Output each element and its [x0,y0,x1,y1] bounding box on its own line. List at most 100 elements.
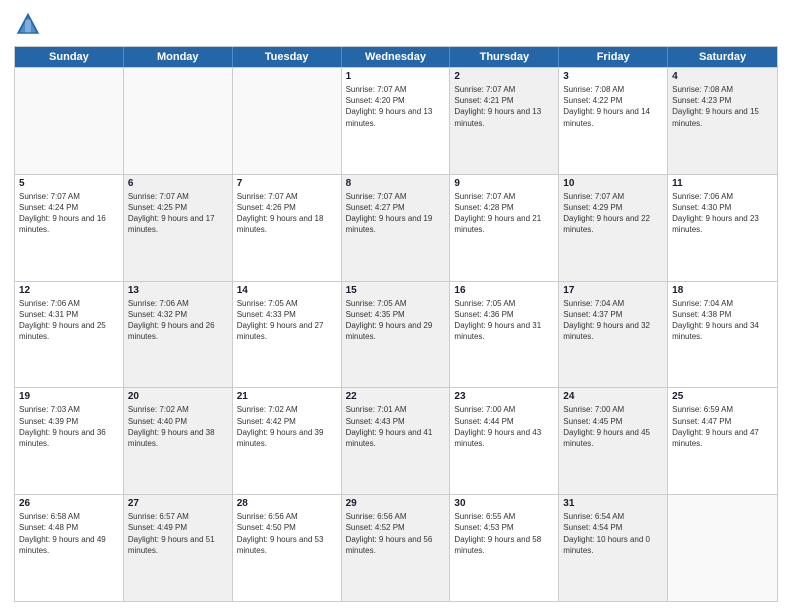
day-cell-20: 20 Sunrise: 7:02 AM Sunset: 4:40 PM Dayli… [124,388,233,494]
day-cell-23: 23 Sunrise: 7:00 AM Sunset: 4:44 PM Dayli… [450,388,559,494]
empty-cell-4-6 [668,495,777,601]
day-number: 20 [128,391,228,402]
day-info: Sunrise: 7:02 AM Sunset: 4:40 PM Dayligh… [128,404,228,449]
day-cell-18: 18Sunrise: 7:04 AM Sunset: 4:38 PM Dayli… [668,282,777,388]
day-number: 17 [563,285,663,296]
header-cell-thursday: Thursday [450,47,559,67]
day-cell-31: 31 Sunrise: 6:54 AM Sunset: 4:54 PM Dayli… [559,495,668,601]
day-info: Sunrise: 6:57 AM Sunset: 4:49 PM Dayligh… [128,511,228,556]
day-cell-10: 10 Sunrise: 7:07 AM Sunset: 4:29 PM Dayli… [559,175,668,281]
day-number: 3 [563,71,663,82]
day-info: Sunrise: 7:00 AM Sunset: 4:44 PM Dayligh… [454,404,554,449]
day-info: Sunrise: 7:06 AM Sunset: 4:31 PM Dayligh… [19,298,119,343]
day-cell-30: 30 Sunrise: 6:55 AM Sunset: 4:53 PM Dayli… [450,495,559,601]
header-cell-sunday: Sunday [15,47,124,67]
day-info: Sunrise: 7:05 AM Sunset: 4:35 PM Dayligh… [346,298,446,343]
calendar-header-row: SundayMondayTuesdayWednesdayThursdayFrid… [15,47,777,67]
day-info: Sunrise: 7:01 AM Sunset: 4:43 PM Dayligh… [346,404,446,449]
day-cell-26: 26Sunrise: 6:58 AM Sunset: 4:48 PM Dayli… [15,495,124,601]
day-info: Sunrise: 7:07 AM Sunset: 4:24 PM Dayligh… [19,191,119,236]
empty-cell-0-1 [124,68,233,174]
day-info: Sunrise: 7:02 AM Sunset: 4:42 PM Dayligh… [237,404,337,449]
day-info: Sunrise: 7:04 AM Sunset: 4:37 PM Dayligh… [563,298,663,343]
day-cell-24: 24 Sunrise: 7:00 AM Sunset: 4:45 PM Dayli… [559,388,668,494]
calendar-week-4: 19Sunrise: 7:03 AM Sunset: 4:39 PM Dayli… [15,387,777,494]
day-number: 27 [128,498,228,509]
day-info: Sunrise: 7:07 AM Sunset: 4:27 PM Dayligh… [346,191,446,236]
day-number: 10 [563,178,663,189]
day-cell-12: 12 Sunrise: 7:06 AM Sunset: 4:31 PM Dayli… [15,282,124,388]
day-cell-25: 25 Sunrise: 6:59 AM Sunset: 4:47 PM Dayli… [668,388,777,494]
day-number: 31 [563,498,663,509]
empty-cell-0-0 [15,68,124,174]
day-cell-4: 4 Sunrise: 7:08 AM Sunset: 4:23 PM Daylig… [668,68,777,174]
calendar-week-5: 26Sunrise: 6:58 AM Sunset: 4:48 PM Dayli… [15,494,777,601]
day-number: 13 [128,285,228,296]
calendar-week-1: 1 Sunrise: 7:07 AM Sunset: 4:20 PM Daylig… [15,67,777,174]
day-cell-14: 14 Sunrise: 7:05 AM Sunset: 4:33 PM Dayli… [233,282,342,388]
day-info: Sunrise: 7:05 AM Sunset: 4:33 PM Dayligh… [237,298,337,343]
day-number: 26 [19,498,119,509]
day-cell-9: 9 Sunrise: 7:07 AM Sunset: 4:28 PM Daylig… [450,175,559,281]
day-info: Sunrise: 7:06 AM Sunset: 4:32 PM Dayligh… [128,298,228,343]
day-info: Sunrise: 6:56 AM Sunset: 4:52 PM Dayligh… [346,511,446,556]
day-cell-11: 11 Sunrise: 7:06 AM Sunset: 4:30 PM Dayli… [668,175,777,281]
day-number: 12 [19,285,119,296]
day-number: 30 [454,498,554,509]
logo [14,10,46,38]
day-number: 24 [563,391,663,402]
day-info: Sunrise: 6:59 AM Sunset: 4:47 PM Dayligh… [672,404,773,449]
day-cell-15: 15Sunrise: 7:05 AM Sunset: 4:35 PM Dayli… [342,282,451,388]
day-number: 18 [672,285,773,296]
day-number: 21 [237,391,337,402]
day-info: Sunrise: 7:07 AM Sunset: 4:28 PM Dayligh… [454,191,554,236]
day-cell-3: 3Sunrise: 7:08 AM Sunset: 4:22 PM Daylig… [559,68,668,174]
day-info: Sunrise: 7:03 AM Sunset: 4:39 PM Dayligh… [19,404,119,449]
empty-cell-0-2 [233,68,342,174]
day-info: Sunrise: 7:00 AM Sunset: 4:45 PM Dayligh… [563,404,663,449]
header-cell-friday: Friday [559,47,668,67]
calendar-body: 1 Sunrise: 7:07 AM Sunset: 4:20 PM Daylig… [15,67,777,601]
page: SundayMondayTuesdayWednesdayThursdayFrid… [0,0,792,612]
day-info: Sunrise: 6:56 AM Sunset: 4:50 PM Dayligh… [237,511,337,556]
logo-icon [14,10,42,38]
day-number: 1 [346,71,446,82]
day-cell-2: 2 Sunrise: 7:07 AM Sunset: 4:21 PM Daylig… [450,68,559,174]
day-info: Sunrise: 7:07 AM Sunset: 4:25 PM Dayligh… [128,191,228,236]
day-number: 4 [672,71,773,82]
header-cell-wednesday: Wednesday [342,47,451,67]
day-cell-19: 19Sunrise: 7:03 AM Sunset: 4:39 PM Dayli… [15,388,124,494]
day-info: Sunrise: 7:07 AM Sunset: 4:20 PM Dayligh… [346,84,446,129]
day-cell-6: 6 Sunrise: 7:07 AM Sunset: 4:25 PM Daylig… [124,175,233,281]
day-number: 28 [237,498,337,509]
day-info: Sunrise: 7:06 AM Sunset: 4:30 PM Dayligh… [672,191,773,236]
day-info: Sunrise: 7:08 AM Sunset: 4:23 PM Dayligh… [672,84,773,129]
calendar: SundayMondayTuesdayWednesdayThursdayFrid… [14,46,778,602]
day-info: Sunrise: 7:07 AM Sunset: 4:26 PM Dayligh… [237,191,337,236]
day-number: 29 [346,498,446,509]
day-number: 11 [672,178,773,189]
day-cell-16: 16 Sunrise: 7:05 AM Sunset: 4:36 PM Dayli… [450,282,559,388]
day-cell-17: 17 Sunrise: 7:04 AM Sunset: 4:37 PM Dayli… [559,282,668,388]
day-number: 16 [454,285,554,296]
day-info: Sunrise: 6:54 AM Sunset: 4:54 PM Dayligh… [563,511,663,556]
day-info: Sunrise: 7:05 AM Sunset: 4:36 PM Dayligh… [454,298,554,343]
day-number: 6 [128,178,228,189]
day-info: Sunrise: 7:07 AM Sunset: 4:29 PM Dayligh… [563,191,663,236]
day-number: 23 [454,391,554,402]
calendar-week-3: 12 Sunrise: 7:06 AM Sunset: 4:31 PM Dayli… [15,281,777,388]
day-info: Sunrise: 6:55 AM Sunset: 4:53 PM Dayligh… [454,511,554,556]
day-number: 25 [672,391,773,402]
calendar-week-2: 5 Sunrise: 7:07 AM Sunset: 4:24 PM Daylig… [15,174,777,281]
day-cell-29: 29 Sunrise: 6:56 AM Sunset: 4:52 PM Dayli… [342,495,451,601]
header-cell-monday: Monday [124,47,233,67]
day-number: 14 [237,285,337,296]
day-info: Sunrise: 7:07 AM Sunset: 4:21 PM Dayligh… [454,84,554,129]
header-cell-tuesday: Tuesday [233,47,342,67]
day-number: 5 [19,178,119,189]
day-cell-1: 1 Sunrise: 7:07 AM Sunset: 4:20 PM Daylig… [342,68,451,174]
day-cell-8: 8Sunrise: 7:07 AM Sunset: 4:27 PM Daylig… [342,175,451,281]
day-number: 2 [454,71,554,82]
day-cell-7: 7Sunrise: 7:07 AM Sunset: 4:26 PM Daylig… [233,175,342,281]
day-number: 9 [454,178,554,189]
